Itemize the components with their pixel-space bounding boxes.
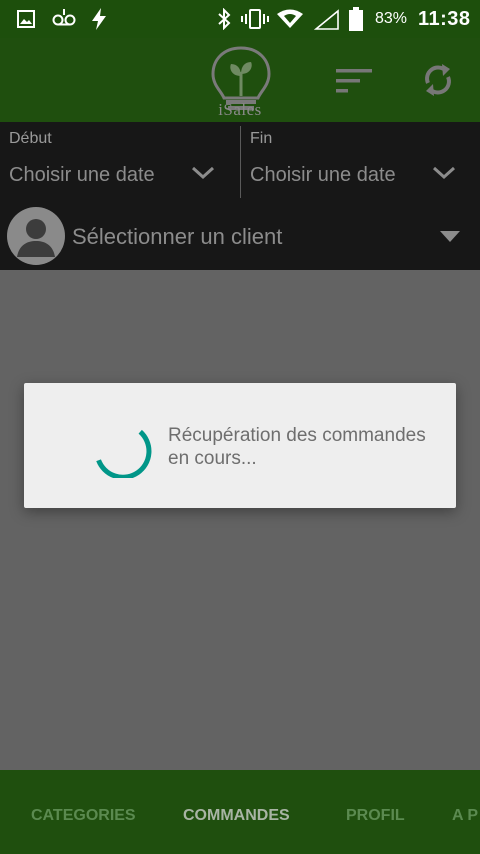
battery-icon (349, 7, 363, 31)
battery-percent: 83% (375, 10, 408, 27)
progress-spinner-icon (96, 429, 152, 478)
vibrate-icon (241, 9, 269, 29)
client-placeholder: Sélectionner un client (72, 224, 283, 249)
tab-commandes[interactable]: COMMANDES (183, 807, 290, 825)
loading-dialog: Récupération des commandes en cours... (24, 383, 456, 508)
start-date-label: Début (9, 130, 52, 147)
end-date-value[interactable]: Choisir une date (250, 164, 396, 187)
chevron-down-icon[interactable] (190, 164, 216, 182)
end-date-picker[interactable]: Fin Choisir une date (241, 122, 480, 200)
end-date-label: Fin (250, 130, 273, 147)
caret-down-icon[interactable] (440, 231, 460, 243)
sync-icon[interactable] (420, 61, 456, 99)
sort-icon[interactable] (334, 66, 374, 94)
client-selector[interactable]: Sélectionner un client (0, 204, 480, 270)
filter-panel: Début Choisir une date Fin Choisir une d… (0, 122, 480, 270)
start-date-value[interactable]: Choisir une date (9, 164, 155, 187)
avatar-icon (7, 207, 65, 265)
bottom-nav: CATEGORIES COMMANDES PROFIL A P (0, 770, 480, 854)
tab-a-propos[interactable]: A P (452, 807, 478, 825)
signal-icon (314, 9, 339, 30)
wifi-icon (277, 9, 303, 28)
voicemail-icon (52, 9, 76, 26)
tab-categories[interactable]: CATEGORIES (31, 807, 136, 825)
logo-text: iSales (218, 100, 262, 119)
content-area (0, 270, 480, 770)
start-date-picker[interactable]: Début Choisir une date (0, 122, 240, 200)
clock: 11:38 (418, 8, 471, 30)
status-bar: 83% 11:38 (0, 0, 480, 38)
chevron-down-icon[interactable] (431, 164, 457, 182)
image-icon (17, 10, 35, 28)
flash-icon (92, 8, 106, 30)
app-bar: iSales (0, 38, 480, 122)
loading-message: Récupération des commandes en cours... (168, 425, 426, 469)
tab-profil[interactable]: PROFIL (346, 807, 405, 825)
bluetooth-icon (218, 8, 231, 30)
